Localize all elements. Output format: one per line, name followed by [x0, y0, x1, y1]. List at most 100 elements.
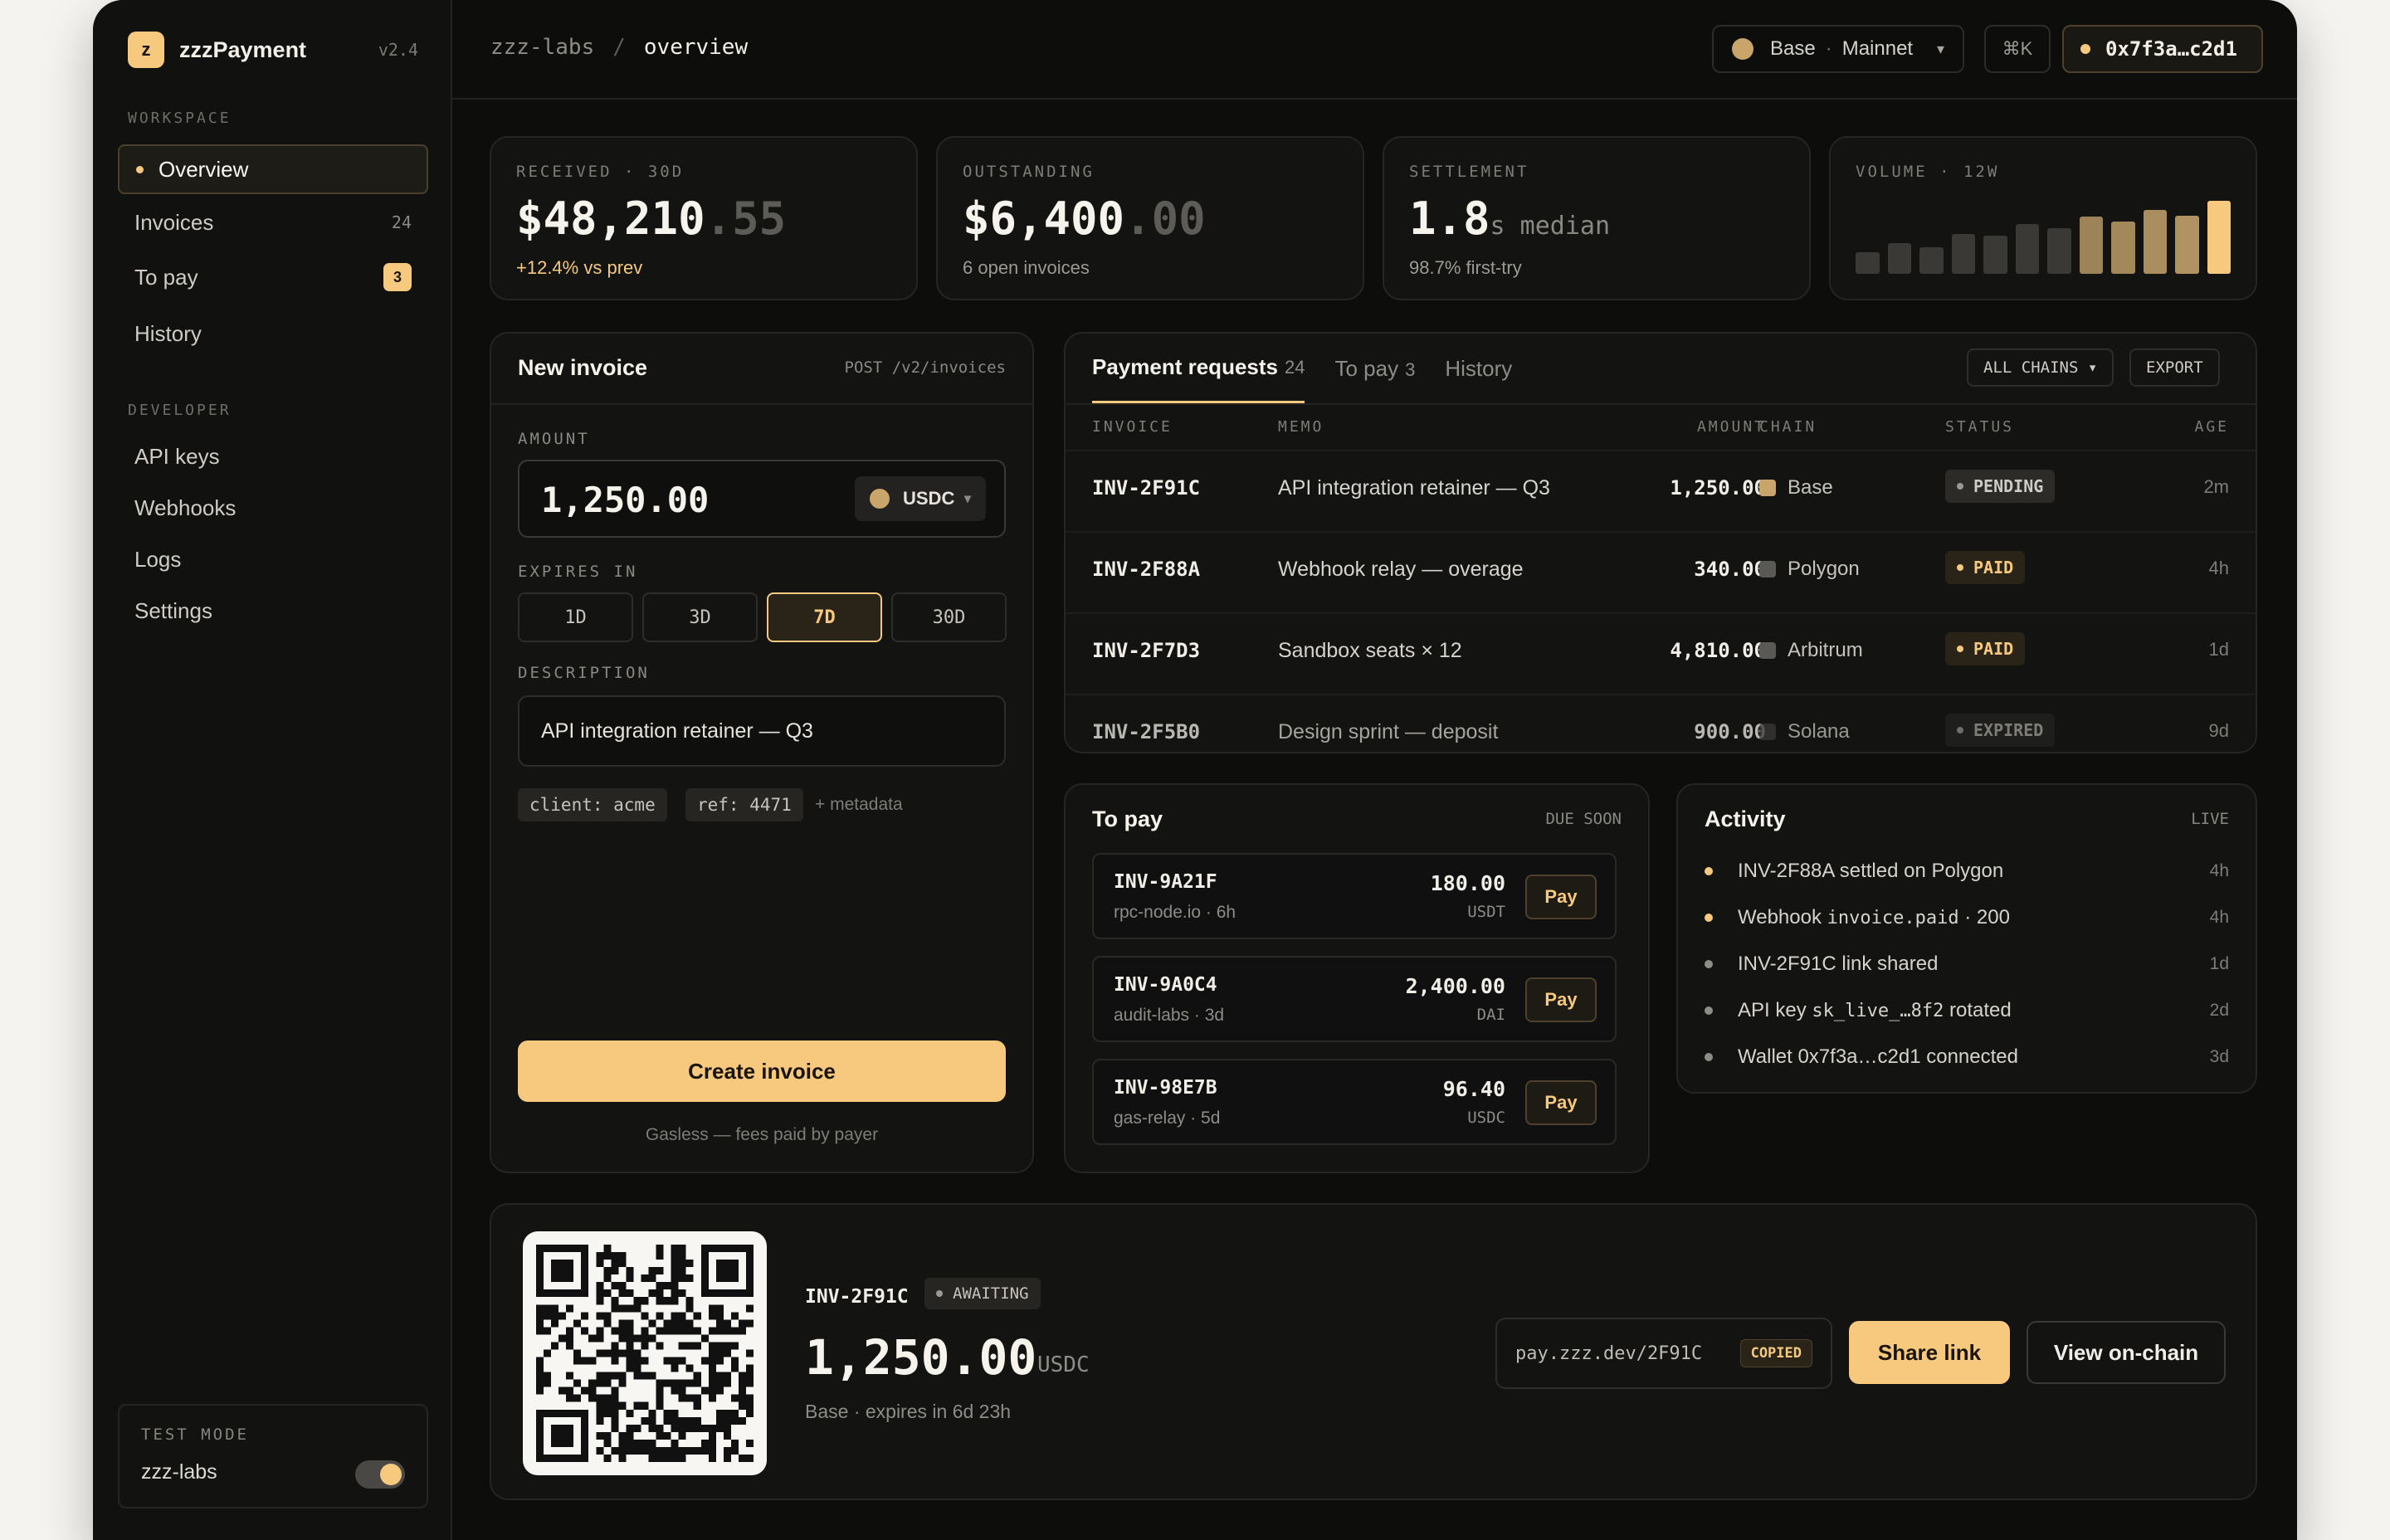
activity-item: INV-2F88A settled on Polygon 4h [1705, 855, 2229, 888]
chain-label: Base [1788, 476, 1833, 499]
pay-from: audit-labs · 3d [1114, 1006, 1225, 1025]
metadata-tag[interactable]: client: acme [518, 788, 667, 821]
pay-amount: 180.00 [1430, 871, 1505, 895]
sidebar-item-logs[interactable]: Logs [118, 534, 428, 584]
metadata-tag[interactable]: ref: 4471 [685, 788, 803, 821]
sidebar-item-overview[interactable]: Overview [118, 144, 428, 194]
tab-count: 24 [1284, 356, 1305, 378]
wallet-status-dot [2080, 44, 2090, 54]
amount-field[interactable]: 1,250.00 USDC ▾ [518, 460, 1006, 538]
row-memo: Sandbox seats × 12 [1278, 639, 1462, 662]
status-text: AWAITING [953, 1284, 1029, 1303]
tab-payment-requests[interactable]: Payment requests 24 [1092, 334, 1305, 403]
sidebar-item-label: Overview [159, 156, 249, 182]
due-soon-tag: DUE SOON [1545, 810, 1622, 828]
add-metadata-link[interactable]: + metadata [815, 795, 903, 815]
activity-text-pre: INV-2F88A settled on Polygon [1738, 860, 2004, 882]
app-logo: z [128, 32, 164, 68]
tab-label: History [1445, 355, 1513, 381]
row-amount: 340.00 [1694, 558, 1766, 581]
pay-from: gas-relay · 5d [1114, 1109, 1221, 1128]
sidebar-item-api-keys[interactable]: API keys [118, 431, 428, 481]
wallet-button[interactable]: 0x7f3a…c2d1 [2062, 25, 2263, 73]
table-row[interactable]: INV-2F91C API integration retainer — Q3 1,… [1066, 450, 2256, 524]
volume-bar [1951, 233, 1975, 274]
volume-bar [1919, 247, 1944, 274]
col-amount: AMOUNT [1696, 418, 1766, 436]
pay-item: INV-98E7B gas-relay · 5d 96.40 USDC Pay [1092, 1059, 1617, 1145]
stat-label: RECEIVED · 30D [516, 163, 685, 181]
chain-filter[interactable]: ALL CHAINS ▾ [1967, 348, 2114, 387]
breadcrumb-org[interactable]: zzz-labs [490, 35, 594, 60]
sidebar-item-history[interactable]: History [118, 309, 428, 358]
table-row[interactable]: INV-2F88A Webhook relay — overage 340.00 Po… [1066, 531, 2256, 606]
export-button[interactable]: EXPORT [2129, 348, 2220, 387]
volume-bar [1983, 236, 2007, 274]
volume-bar [2111, 221, 2135, 274]
row-chain: Arbitrum [1759, 639, 1863, 662]
stat-value-main: 1.8 [1409, 192, 1490, 245]
activity-time: 1d [2209, 954, 2229, 973]
chain-icon [1759, 642, 1776, 659]
expires-option-1d[interactable]: 1D [518, 592, 633, 642]
col-status: STATUS [1945, 418, 2015, 436]
sidebar-item-label: To pay [134, 264, 198, 290]
activity-text-post: · 200 [1958, 906, 2010, 928]
pay-amount: 96.40 [1442, 1077, 1505, 1101]
activity-dot [1705, 1006, 1713, 1015]
pay-button[interactable]: Pay [1525, 875, 1597, 919]
qr-code-graphic [536, 1245, 754, 1462]
volume-bar-chart [1856, 201, 2231, 274]
stat-received: RECEIVED · 30D $48,210.55 +12.4% vs prev [490, 136, 918, 300]
expires-option-3d[interactable]: 3D [642, 592, 758, 642]
divider [491, 403, 1032, 405]
pay-button[interactable]: Pay [1525, 1080, 1597, 1125]
row-memo: Design sprint — deposit [1278, 720, 1499, 743]
volume-bar [2047, 228, 2071, 274]
create-invoice-button[interactable]: Create invoice [518, 1040, 1006, 1102]
stat-value-main: $48,210 [516, 192, 705, 245]
row-invoice: INV-2F88A [1092, 558, 1201, 581]
volume-bar [2207, 201, 2231, 274]
pay-button[interactable]: Pay [1525, 977, 1597, 1022]
breadcrumb: zzz-labs / overview [490, 35, 748, 60]
expires-option-7d[interactable]: 7D [767, 592, 882, 642]
sidebar-item-settings[interactable]: Settings [118, 586, 428, 636]
sidebar-item-to-pay[interactable]: To pay 3 [118, 252, 428, 302]
payment-requests-panel: Payment requests 24 To pay 3 History ALL C… [1064, 332, 2257, 753]
activity-text: Webhook invoice.paid · 200 [1738, 906, 2010, 929]
share-link-button[interactable]: Share link [1849, 1321, 2010, 1384]
stat-outstanding: OUTSTANDING $6,400.00 6 open invoices [936, 136, 1364, 300]
status-badge: PAID [1945, 632, 2026, 665]
new-invoice-panel: New invoice POST /v2/invoices AMOUNT 1,2… [490, 332, 1034, 1173]
activity-dot [1705, 914, 1713, 922]
to-pay-badge: 3 [383, 263, 412, 291]
activity-code: sk_live_…8f2 [1812, 1001, 1944, 1021]
activity-text-post: rotated [1944, 999, 2012, 1021]
stat-value: $48,210.55 [516, 192, 786, 245]
description-field[interactable]: API integration retainer — Q3 [518, 695, 1006, 767]
topbar: zzz-labs / overview Base · Mainnet ▾ ⌘K 0x… [452, 0, 2297, 100]
payment-link-field[interactable]: pay.zzz.dev/2F91C COPIED [1495, 1318, 1832, 1389]
stat-value-main: $6,400 [963, 192, 1125, 245]
table-row[interactable]: INV-2F7D3 Sandbox seats × 12 4,810.00 Arbit… [1066, 612, 2256, 687]
currency-select[interactable]: USDC ▾ [855, 476, 986, 521]
activity-code: invoice.paid [1827, 908, 1959, 928]
app-version: v2.4 [378, 40, 418, 60]
view-on-chain-button[interactable]: View on-chain [2027, 1321, 2226, 1384]
tab-to-pay[interactable]: To pay 3 [1334, 356, 1415, 382]
status-text: PAID [1973, 558, 2014, 578]
sidebar-item-invoices[interactable]: Invoices 24 [118, 197, 428, 247]
expires-option-30d[interactable]: 30D [891, 592, 1007, 642]
tab-history[interactable]: History [1445, 356, 1512, 382]
qr-code [523, 1231, 767, 1475]
network-selector[interactable]: Base · Mainnet ▾ [1712, 25, 1964, 73]
test-mode-toggle[interactable] [355, 1460, 405, 1489]
stat-volume: VOLUME · 12W [1829, 136, 2257, 300]
activity-text-pre: API key [1738, 999, 1812, 1021]
command-palette-button[interactable]: ⌘K [1984, 25, 2051, 73]
table-row[interactable]: INV-2F5B0 Design sprint — deposit 900.00 So… [1066, 694, 2256, 768]
stat-value-unit: s median [1490, 212, 1611, 241]
sidebar-item-webhooks[interactable]: Webhooks [118, 483, 428, 533]
stat-value-cents: .00 [1124, 192, 1206, 245]
